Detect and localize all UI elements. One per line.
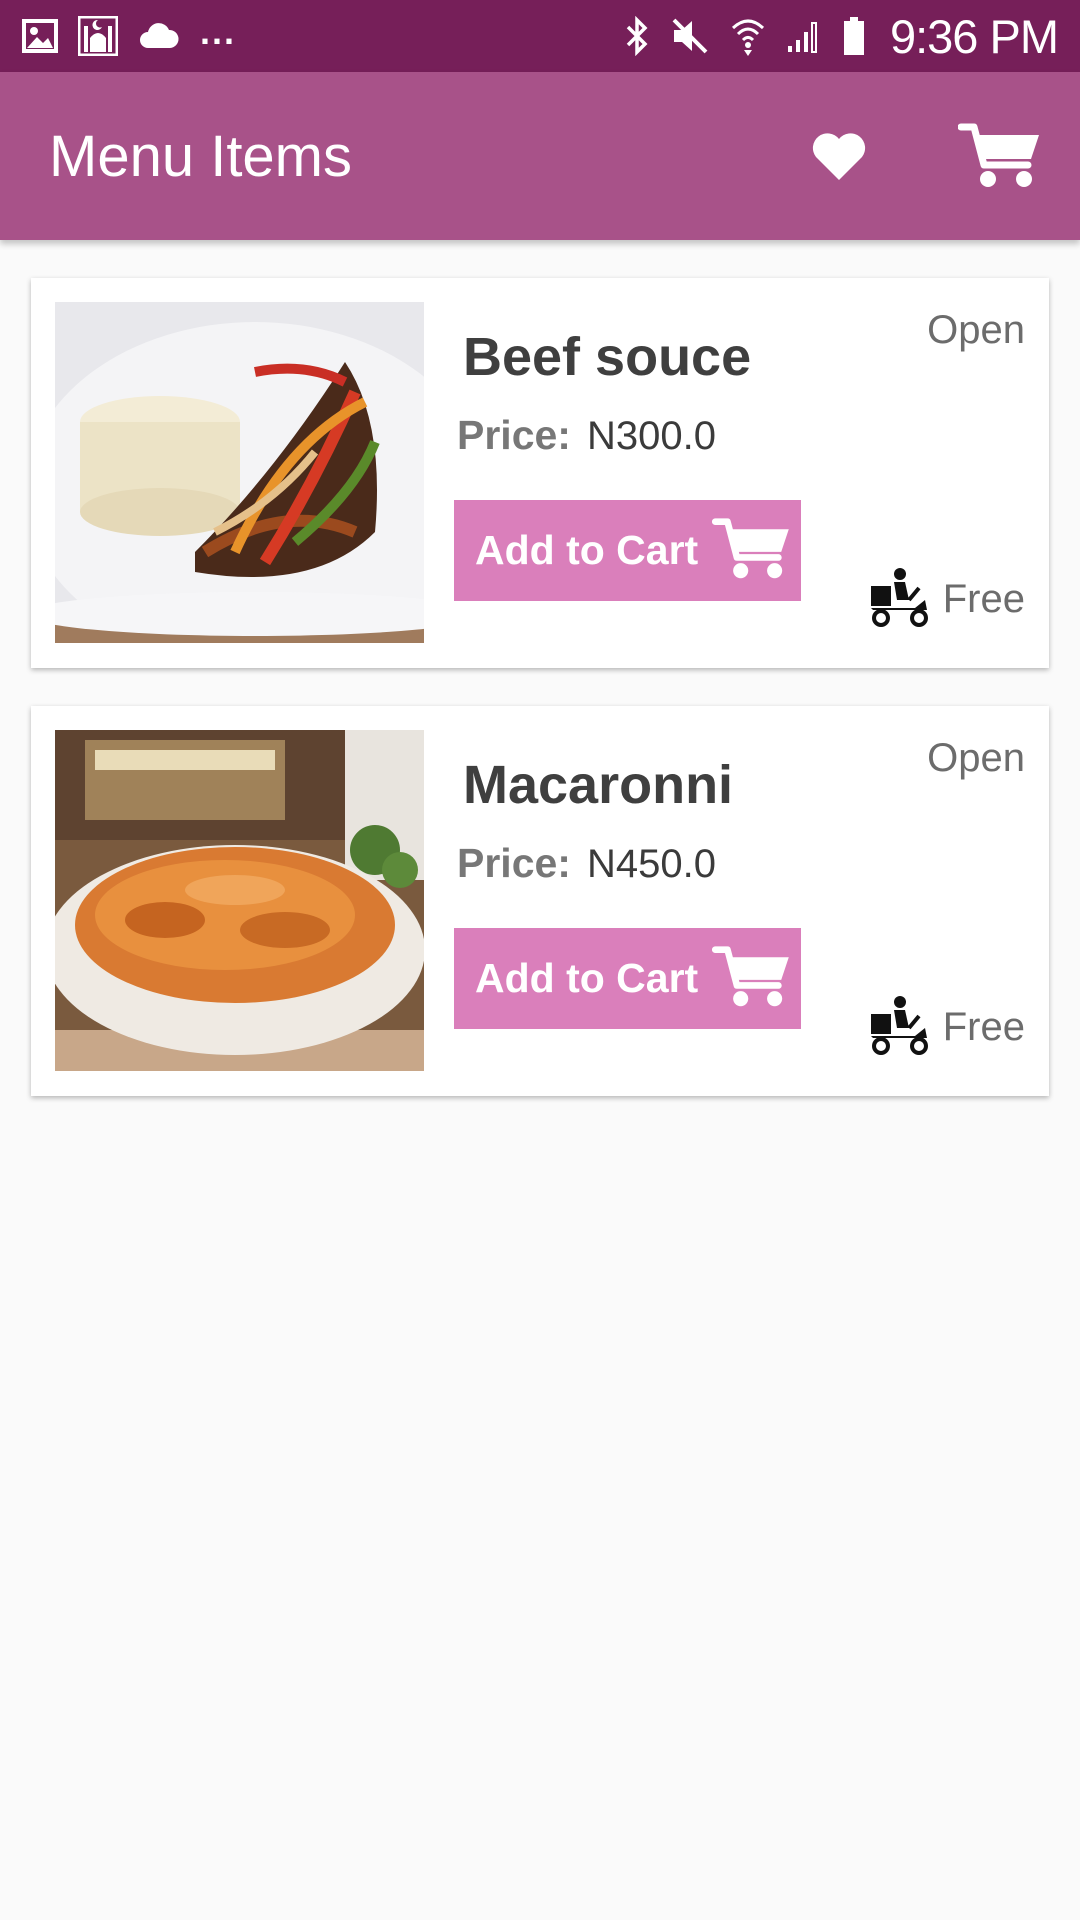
price-row: Price: N450.0: [457, 840, 716, 887]
mosque-icon: [78, 16, 118, 56]
bluetooth-icon: [624, 16, 650, 56]
menu-item-card[interactable]: Beef souce Price: N300.0 Add to Cart Ope…: [31, 278, 1049, 668]
signal-icon: [786, 18, 822, 54]
cart-icon: [712, 944, 792, 1013]
price-row: Price: N300.0: [457, 412, 716, 459]
add-to-cart-button[interactable]: Add to Cart: [454, 500, 801, 601]
wifi-icon: [730, 16, 766, 56]
delivery-price: Free: [942, 1005, 1025, 1049]
mute-icon: [670, 16, 710, 56]
page-title: Menu Items: [49, 123, 352, 189]
cart-icon: [712, 516, 792, 585]
delivery-price: Free: [942, 577, 1025, 621]
food-image-beef-sauce: [55, 302, 424, 643]
system-icons: 9:36 PM: [624, 9, 1059, 64]
price-value: N450.0: [586, 842, 716, 886]
add-to-cart-label: Add to Cart: [475, 527, 699, 573]
status-time: 9:36 PM: [889, 9, 1059, 63]
price-label: Price:: [457, 412, 571, 458]
open-status: Open: [927, 308, 1025, 352]
battery-icon: [842, 16, 866, 56]
price-value: N300.0: [586, 414, 716, 458]
app-bar: Menu Items: [0, 72, 1080, 240]
delivery-scooter-icon: [869, 566, 931, 633]
price-label: Price:: [457, 840, 571, 886]
cart-icon[interactable]: [958, 121, 1042, 191]
delivery-info: Free: [869, 994, 1025, 1061]
item-name: Macaronni: [463, 755, 734, 815]
open-status: Open: [927, 736, 1025, 780]
overflow-dots: ...: [200, 11, 237, 52]
add-to-cart-label: Add to Cart: [475, 955, 699, 1001]
heart-icon[interactable]: [810, 130, 868, 182]
delivery-info: Free: [869, 566, 1025, 633]
notification-icons: ...: [22, 11, 236, 56]
status-bar: ... 9:36 PM: [0, 0, 1080, 72]
cloud-icon: [138, 22, 180, 50]
item-name: Beef souce: [463, 327, 752, 387]
gallery-icon: [22, 19, 58, 53]
food-image-macaroni: [55, 730, 424, 1071]
add-to-cart-button[interactable]: Add to Cart: [454, 928, 801, 1029]
app-bar-actions: [810, 121, 1042, 191]
delivery-scooter-icon: [869, 994, 931, 1061]
menu-item-card[interactable]: Macaronni Price: N450.0 Add to Cart Open: [31, 706, 1049, 1096]
